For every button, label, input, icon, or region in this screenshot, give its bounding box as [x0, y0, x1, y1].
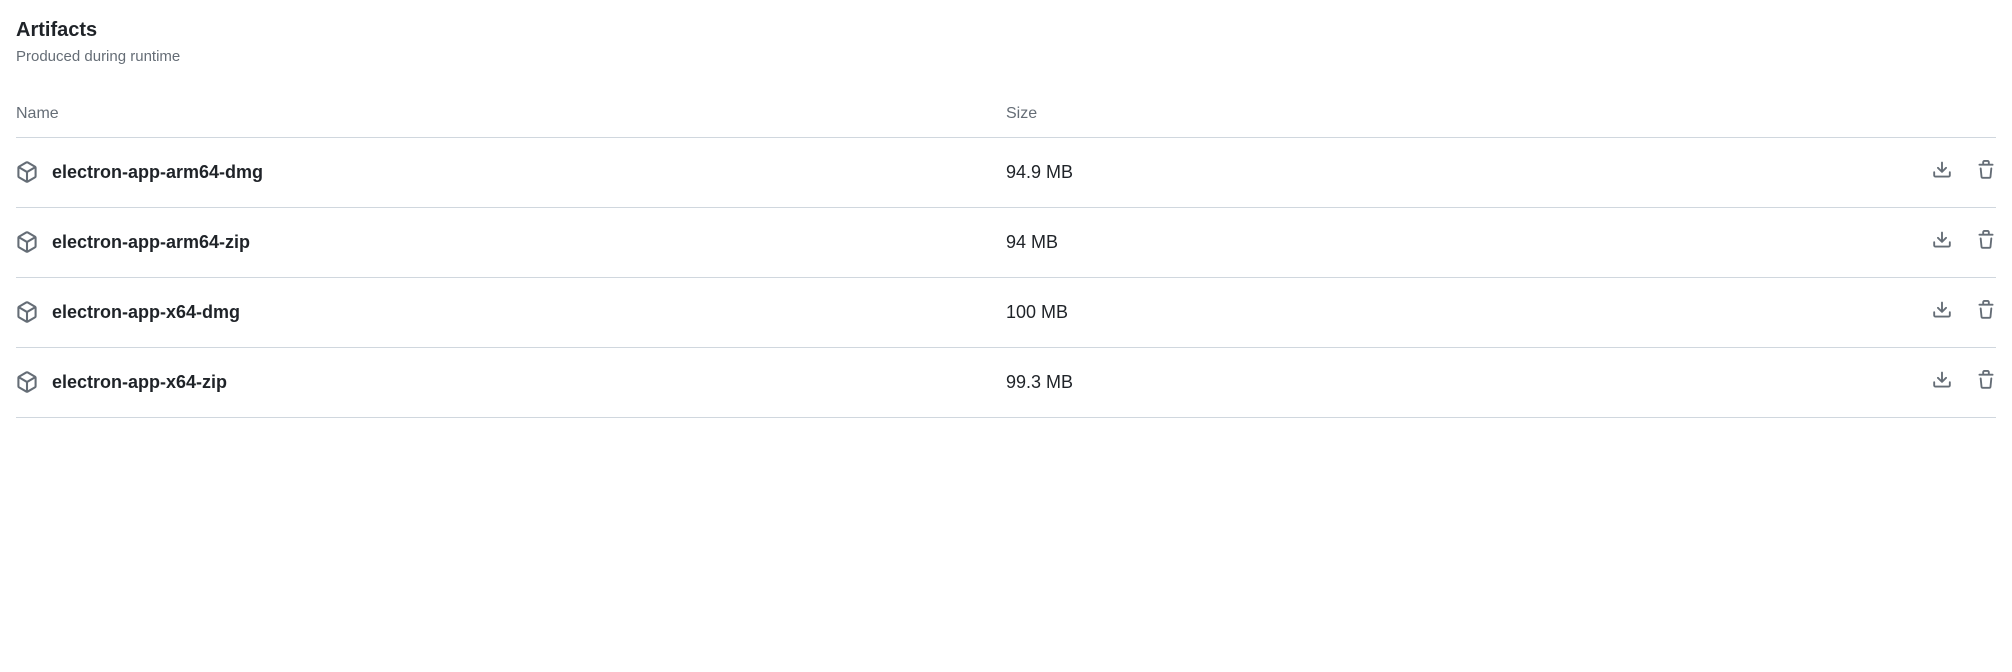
- artifact-size-cell: 100 MB: [1006, 277, 1699, 347]
- download-icon: [1932, 300, 1952, 323]
- download-icon: [1932, 230, 1952, 253]
- table-header-row: Name Size: [16, 93, 1996, 138]
- section-subtitle: Produced during runtime: [16, 46, 1996, 69]
- artifact-size: 99.3 MB: [1006, 372, 1073, 392]
- section-title: Artifacts: [16, 16, 1996, 44]
- artifact-size-cell: 94.9 MB: [1006, 137, 1699, 207]
- delete-button[interactable]: [1976, 370, 1996, 393]
- artifact-name-cell: electron-app-arm64-dmg: [16, 137, 1006, 207]
- download-button[interactable]: [1932, 230, 1952, 253]
- delete-button[interactable]: [1976, 300, 1996, 323]
- artifacts-header: Artifacts Produced during runtime: [16, 16, 1996, 69]
- trash-icon: [1976, 230, 1996, 253]
- table-row: electron-app-x64-zip 99.3 MB: [16, 347, 1996, 417]
- table-row: electron-app-x64-dmg 100 MB: [16, 277, 1996, 347]
- download-button[interactable]: [1932, 160, 1952, 183]
- package-icon: [16, 371, 38, 393]
- trash-icon: [1976, 370, 1996, 393]
- trash-icon: [1976, 300, 1996, 323]
- artifact-size-cell: 94 MB: [1006, 207, 1699, 277]
- artifact-size-cell: 99.3 MB: [1006, 347, 1699, 417]
- artifact-name-link[interactable]: electron-app-x64-zip: [52, 372, 227, 393]
- column-header-name: Name: [16, 93, 1006, 138]
- package-icon: [16, 161, 38, 183]
- artifact-actions-cell: [1699, 137, 1996, 207]
- artifact-name-cell: electron-app-x64-dmg: [16, 277, 1006, 347]
- artifact-actions-cell: [1699, 207, 1996, 277]
- artifact-actions-cell: [1699, 347, 1996, 417]
- artifact-name-link[interactable]: electron-app-arm64-dmg: [52, 162, 263, 183]
- artifacts-table: Name Size electron-app-arm64-dmg 94.9 MB: [16, 93, 1996, 418]
- artifact-size: 94 MB: [1006, 232, 1058, 252]
- download-button[interactable]: [1932, 370, 1952, 393]
- download-icon: [1932, 370, 1952, 393]
- download-button[interactable]: [1932, 300, 1952, 323]
- table-row: electron-app-arm64-zip 94 MB: [16, 207, 1996, 277]
- column-header-actions: [1699, 93, 1996, 138]
- artifact-size: 100 MB: [1006, 302, 1068, 322]
- package-icon: [16, 231, 38, 253]
- delete-button[interactable]: [1976, 230, 1996, 253]
- table-row: electron-app-arm64-dmg 94.9 MB: [16, 137, 1996, 207]
- download-icon: [1932, 160, 1952, 183]
- column-header-size: Size: [1006, 93, 1699, 138]
- artifact-name-cell: electron-app-arm64-zip: [16, 207, 1006, 277]
- artifact-name-link[interactable]: electron-app-x64-dmg: [52, 302, 240, 323]
- artifact-name-link[interactable]: electron-app-arm64-zip: [52, 232, 250, 253]
- artifact-actions-cell: [1699, 277, 1996, 347]
- artifact-name-cell: electron-app-x64-zip: [16, 347, 1006, 417]
- delete-button[interactable]: [1976, 160, 1996, 183]
- trash-icon: [1976, 160, 1996, 183]
- package-icon: [16, 301, 38, 323]
- artifact-size: 94.9 MB: [1006, 162, 1073, 182]
